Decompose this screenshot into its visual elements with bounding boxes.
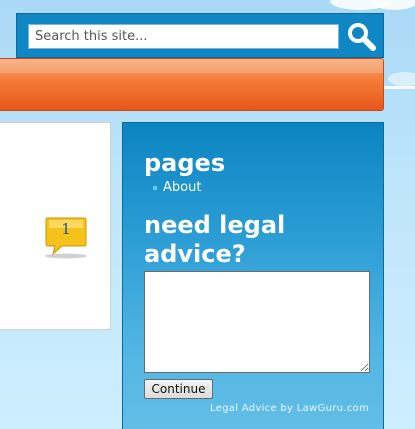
magnifier-icon	[348, 23, 376, 51]
decorative-line	[384, 86, 415, 89]
comment-count-badge[interactable]: 1	[44, 216, 88, 260]
search-input[interactable]	[28, 24, 339, 49]
pages-heading: pages	[144, 149, 226, 177]
about-link[interactable]: About	[163, 180, 201, 195]
cloud-decoration	[372, 0, 415, 10]
legal-question-textarea[interactable]	[144, 271, 370, 373]
bullet-icon	[153, 185, 157, 190]
sidebar: pages About need legal advice? Continue …	[122, 122, 384, 429]
navigation-bar-highlight	[0, 59, 383, 73]
comment-count: 1	[61, 220, 71, 238]
lawguru-link[interactable]: Legal Advice by LawGuru.com	[210, 403, 369, 414]
sidebar-item-about: About	[153, 180, 201, 195]
search-bar	[16, 13, 384, 58]
post-content: 1	[0, 122, 111, 330]
legal-advice-heading: need legal advice?	[144, 211, 286, 268]
continue-button[interactable]: Continue	[144, 379, 213, 399]
cloud-decoration	[388, 72, 415, 86]
search-button[interactable]	[344, 20, 379, 52]
navigation-bar	[0, 58, 384, 111]
